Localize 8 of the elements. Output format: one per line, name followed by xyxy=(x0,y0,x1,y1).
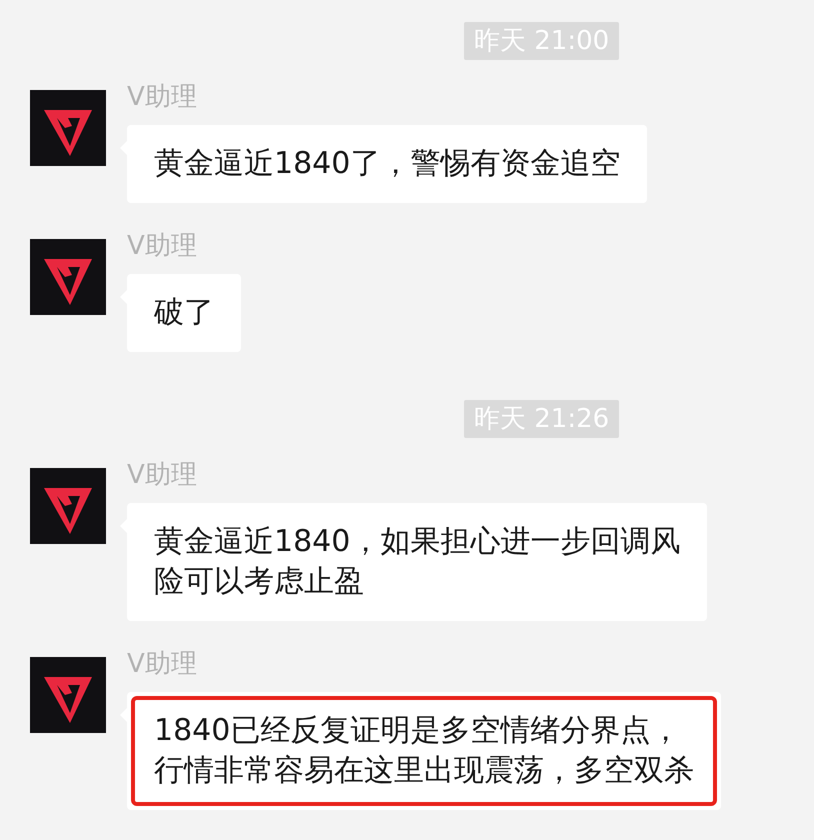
message-text: 黄金逼近1840，如果担心进一步回调风 险可以考虑止盈 xyxy=(154,523,680,601)
sender-name: V助理 xyxy=(127,649,197,679)
sender-name: V助理 xyxy=(127,231,197,261)
message-text: 破了 xyxy=(154,294,214,332)
message-text: 黄金逼近1840了，警惕有资金追空 xyxy=(154,145,620,183)
message-text: 1840已经反复证明是多空情绪分界点， 行情非常容易在这里出现震荡，多空双杀 xyxy=(154,712,694,790)
sender-name: V助理 xyxy=(127,460,197,490)
sender-name: V助理 xyxy=(127,82,197,112)
